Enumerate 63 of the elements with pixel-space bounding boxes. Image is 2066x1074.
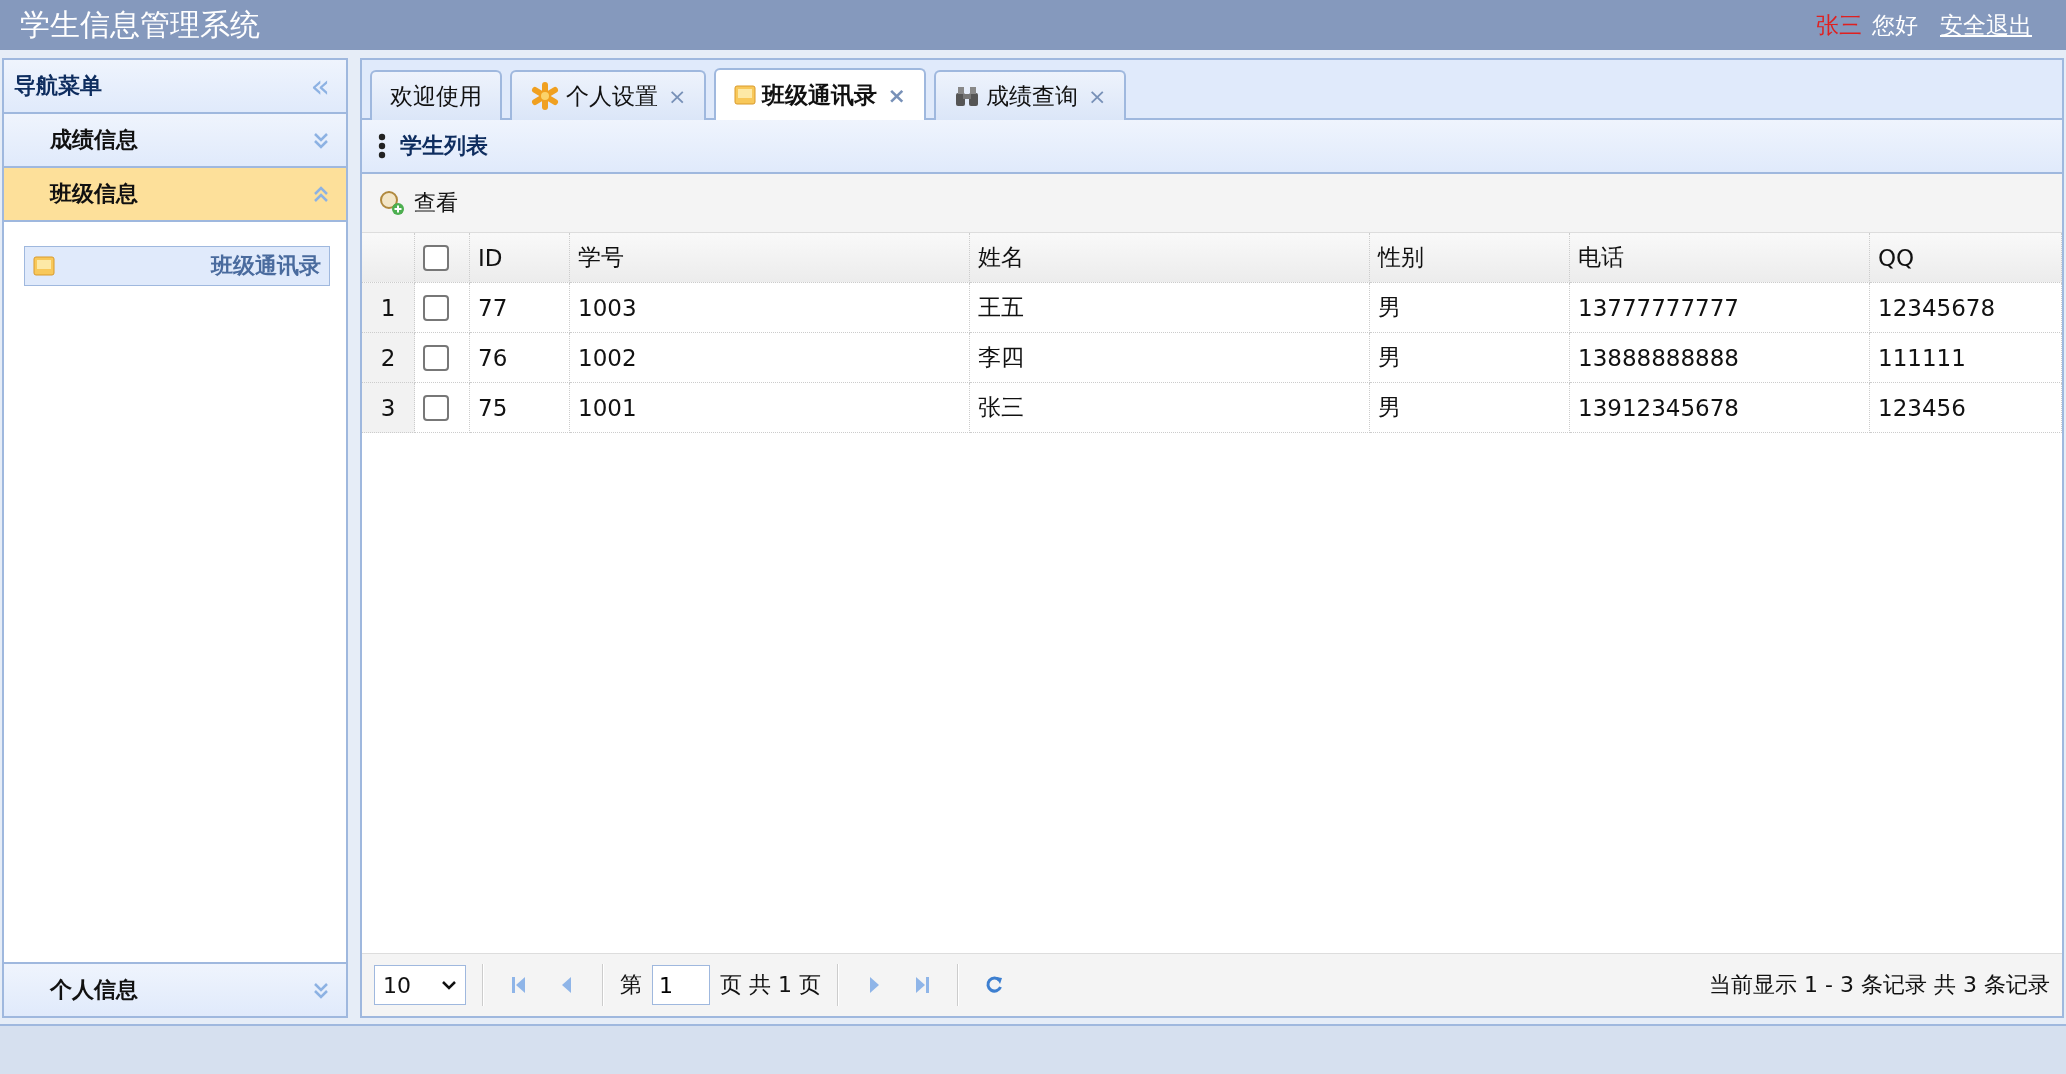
table-cell: 男 (1370, 333, 1570, 383)
column-header[interactable]: QQ (1870, 233, 2062, 283)
table-cell: 123456 (1870, 383, 2062, 433)
table-cell: 男 (1370, 283, 1570, 333)
checkbox[interactable] (423, 344, 449, 371)
page-size-select[interactable]: 10 (374, 965, 466, 1005)
table-cell: 111111 (1870, 333, 2062, 383)
table-cell: 77 (470, 283, 570, 333)
dropdown-caret-icon (441, 980, 457, 990)
tab[interactable]: 欢迎使用 (370, 70, 502, 120)
table-cell: 75 (470, 383, 570, 433)
record-summary: 当前显示 1 - 3 条记录 共 3 条记录 (1709, 971, 2050, 999)
column-header[interactable]: 姓名 (970, 233, 1370, 283)
asterisk-icon (530, 81, 560, 111)
table-cell: 李四 (970, 333, 1370, 383)
table-cell: 1003 (570, 283, 970, 333)
first-page-icon (510, 975, 528, 995)
table-cell: 张三 (970, 383, 1370, 433)
column-header[interactable]: ID (470, 233, 570, 283)
page-input[interactable]: 1 (652, 965, 710, 1005)
greeting-text: 您好 (1872, 10, 1918, 40)
note-icon (33, 256, 55, 276)
table-cell: 男 (1370, 383, 1570, 433)
table-cell: 1001 (570, 383, 970, 433)
checkbox[interactable] (423, 294, 449, 321)
row-number: 1 (362, 283, 415, 333)
table-cell: 1002 (570, 333, 970, 383)
column-header[interactable]: 学号 (570, 233, 970, 283)
page-total: 页 共 1 页 (720, 971, 821, 999)
sidebar-item[interactable]: 班级通讯录 (24, 246, 330, 286)
column-header[interactable]: 性别 (1370, 233, 1570, 283)
table-cell: 13777777777 (1570, 283, 1870, 333)
table-cell: 13912345678 (1570, 383, 1870, 433)
note-icon (734, 85, 757, 105)
tab[interactable]: 班级通讯录 × (714, 68, 926, 120)
vertical-dots-icon (378, 133, 386, 159)
chevron-up-icon (312, 184, 330, 204)
column-header[interactable]: 电话 (1570, 233, 1870, 283)
tab[interactable]: 成绩查询 × (933, 70, 1127, 120)
row-number: 3 (362, 383, 415, 433)
chevron-down-icon (312, 130, 330, 150)
tab[interactable]: 个人设置 × (510, 70, 707, 120)
user-name: 张三 (1816, 10, 1862, 40)
chevron-down-icon (312, 980, 330, 1000)
magnifier-plus-icon (378, 189, 406, 217)
accordion-header[interactable]: 个人信息 (4, 962, 346, 1016)
panel-title: 学生列表 (400, 132, 488, 160)
app-title: 学生信息管理系统 (20, 5, 260, 44)
view-button[interactable]: 查看 (374, 184, 462, 222)
checkbox[interactable] (423, 394, 449, 421)
row-number: 2 (362, 333, 415, 383)
refresh-icon (985, 975, 1003, 995)
table-cell: 13888888888 (1570, 333, 1870, 383)
accordion-header[interactable]: 班级信息 (4, 168, 346, 222)
sidebar-title: 导航菜单 (14, 72, 102, 100)
page-label: 第 (620, 971, 642, 999)
table-cell: 12345678 (1870, 283, 2062, 333)
last-page-icon (913, 975, 931, 995)
table-cell: 76 (470, 333, 570, 383)
checkbox[interactable] (423, 244, 449, 271)
accordion-header[interactable]: 成绩信息 (4, 114, 346, 168)
table-cell: 王五 (970, 283, 1370, 333)
binoculars-icon (953, 85, 980, 107)
